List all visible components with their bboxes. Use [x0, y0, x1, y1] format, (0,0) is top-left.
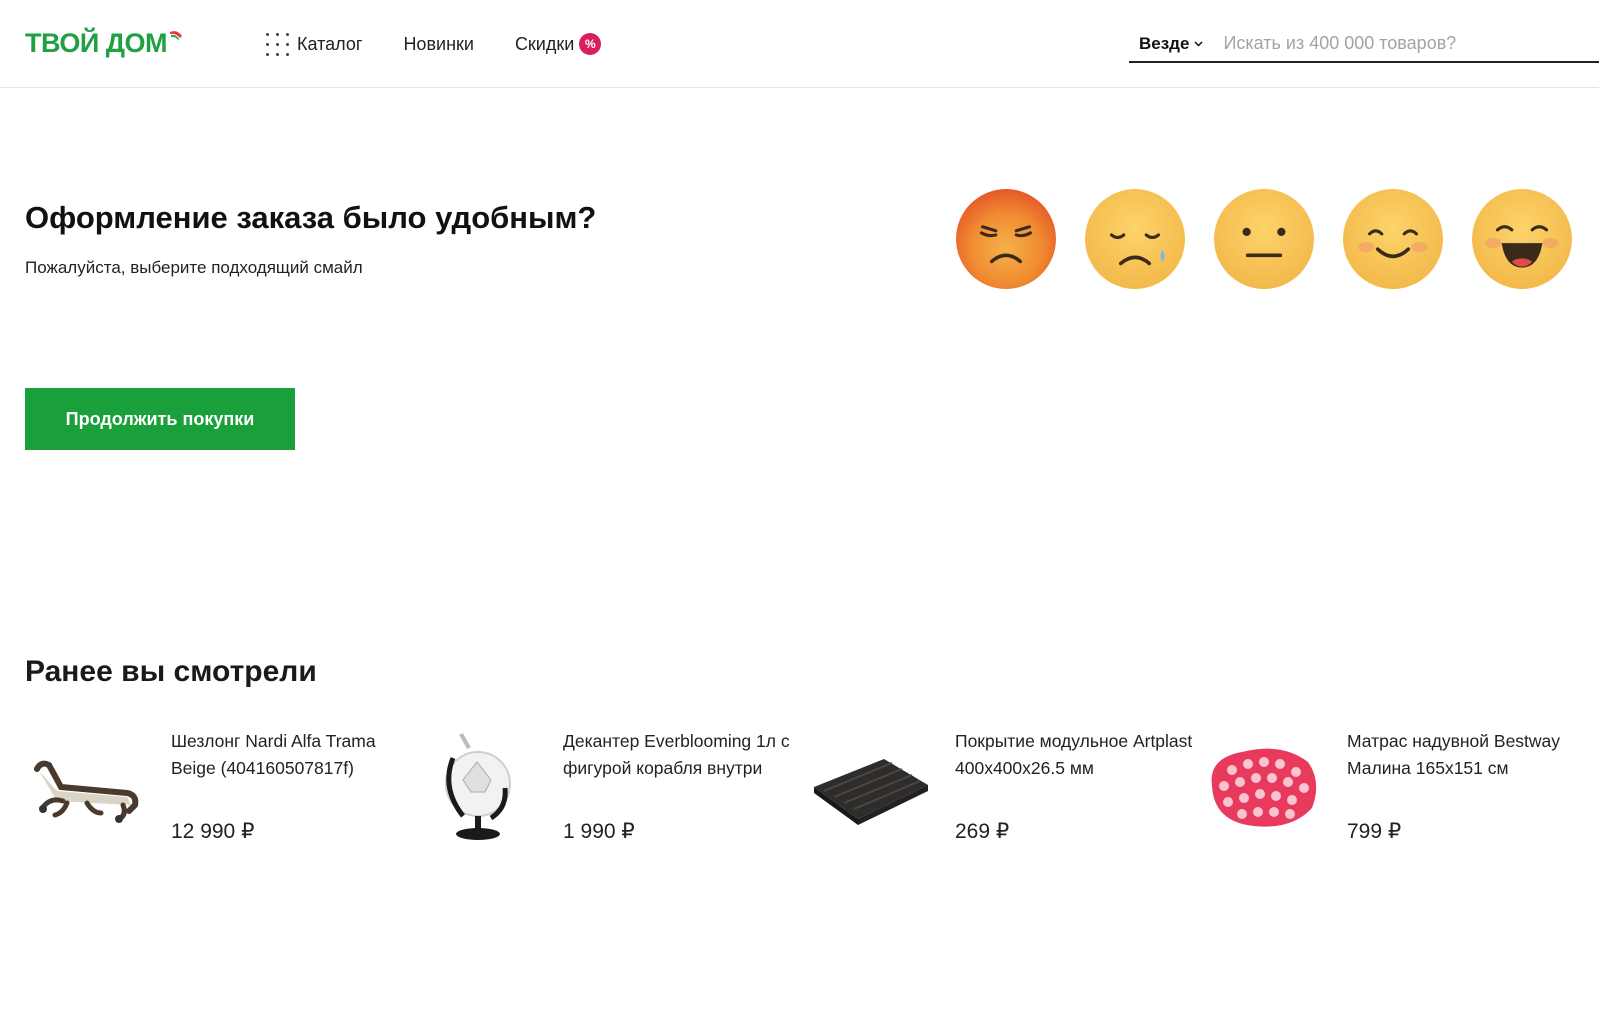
nav-catalog[interactable]: Каталог: [266, 31, 362, 57]
sad-tear-face-icon[interactable]: [1084, 188, 1186, 290]
recently-viewed-list: Шезлонг Nardi Alfa Trama Beige (40416050…: [25, 728, 1599, 858]
product-name[interactable]: Шезлонг Nardi Alfa Trama Beige (40416050…: [171, 728, 417, 782]
continue-shopping-button[interactable]: Продолжить покупки: [25, 388, 295, 450]
recently-viewed-title: Ранее вы смотрели: [25, 655, 317, 688]
product-card[interactable]: Матрас надувной Bestway Малина 165х151 с…: [1201, 728, 1593, 858]
lounger-image[interactable]: [25, 728, 147, 846]
main-nav: Каталог Новинки Скидки %: [266, 31, 642, 57]
site-logo[interactable]: ТВОЙ ДОМ: [25, 28, 184, 59]
product-card[interactable]: Шезлонг Nardi Alfa Trama Beige (40416050…: [25, 728, 417, 858]
product-price: 12 990 ₽: [171, 820, 255, 843]
product-price: 799 ₽: [1347, 820, 1402, 843]
grid-dots-icon: [266, 32, 289, 56]
product-name[interactable]: Декантер Everblooming 1л с фигурой кораб…: [563, 728, 809, 782]
angry-face-icon[interactable]: [955, 188, 1057, 290]
product-card[interactable]: Декантер Everblooming 1л с фигурой кораб…: [417, 728, 809, 858]
search-scope-select[interactable]: Везде: [1139, 34, 1203, 54]
product-name[interactable]: Матрас надувной Bestway Малина 165х151 с…: [1347, 728, 1593, 782]
nav-sales[interactable]: Скидки %: [514, 31, 602, 57]
chevron-down-icon: [1194, 39, 1203, 50]
logo-roof-icon: [169, 30, 182, 40]
nav-news[interactable]: Новинки: [403, 31, 474, 57]
globe-decanter-image[interactable]: [417, 728, 539, 846]
product-name[interactable]: Покрытие модульное Artplast 400х400х26.5…: [955, 728, 1201, 782]
product-price: 1 990 ₽: [563, 820, 635, 843]
product-card[interactable]: Покрытие модульное Artplast 400х400х26.5…: [809, 728, 1201, 858]
smiling-face-icon[interactable]: [1342, 188, 1444, 290]
nav-news-label: Новинки: [403, 33, 474, 54]
logo-text: ТВОЙ ДОМ: [25, 28, 167, 58]
site-header: ТВОЙ ДОМ Каталог Новинки Скидки % Везде: [0, 0, 1599, 88]
nav-sales-label: Скидки: [514, 33, 575, 54]
percent-badge-icon: %: [579, 33, 602, 55]
feedback-title: Оформление заказа было удобным?: [25, 200, 597, 235]
search-bar: Везде: [1129, 26, 1599, 63]
product-price: 269 ₽: [955, 820, 1010, 843]
smiley-rating: [955, 188, 1573, 290]
deck-tile-image[interactable]: [809, 728, 931, 846]
laughing-face-icon[interactable]: [1471, 188, 1573, 290]
search-input[interactable]: [1223, 33, 1544, 54]
feedback-subtitle: Пожалуйста, выберите подходящий смайл: [25, 258, 363, 277]
neutral-face-icon[interactable]: [1213, 188, 1315, 290]
search-scope-label: Везде: [1139, 33, 1190, 53]
nav-catalog-label: Каталог: [297, 33, 363, 54]
raspberry-mattress-image[interactable]: [1201, 728, 1323, 846]
